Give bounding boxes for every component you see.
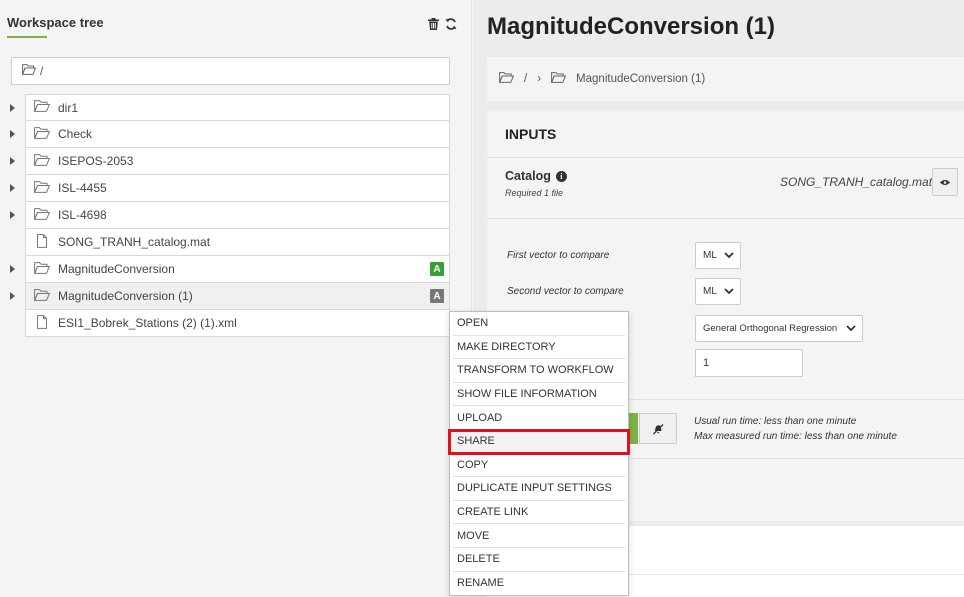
menu-item-transform-to-workflow[interactable]: TRANSFORM TO WORKFLOW bbox=[453, 359, 625, 383]
folder-open-icon bbox=[33, 100, 51, 115]
path-input[interactable]: / bbox=[11, 57, 450, 85]
folder-open-icon[interactable] bbox=[498, 72, 515, 86]
usual-runtime: Usual run time: less than one minute bbox=[694, 416, 857, 427]
file-icon bbox=[34, 314, 50, 332]
folder-open-icon bbox=[33, 180, 51, 196]
second-vector-select[interactable]: ML bbox=[695, 278, 741, 305]
expand-caret-icon[interactable] bbox=[10, 265, 15, 273]
expand-caret-icon[interactable] bbox=[10, 157, 15, 165]
workspace-title: Workspace tree bbox=[7, 15, 104, 30]
folder-open-icon bbox=[33, 126, 51, 142]
title-underline bbox=[7, 36, 47, 38]
tree-item-label: Check bbox=[58, 127, 93, 141]
first-vector-select[interactable]: ML bbox=[695, 242, 741, 269]
tree-item-isl-4455[interactable]: ISL-4455 bbox=[10, 175, 450, 202]
catalog-label-text: Catalog bbox=[505, 169, 551, 183]
preview-button[interactable] bbox=[932, 168, 958, 196]
menu-item-delete[interactable]: DELETE bbox=[453, 548, 625, 572]
context-menu: OPEN MAKE DIRECTORY TRANSFORM TO WORKFLO… bbox=[448, 311, 630, 597]
folder-open-icon bbox=[21, 64, 37, 78]
numeric-input[interactable]: 1 bbox=[695, 349, 803, 377]
tree-item-check[interactable]: Check bbox=[10, 121, 450, 148]
max-runtime: Max measured run time: less than one min… bbox=[694, 431, 897, 442]
folder-open-icon bbox=[33, 153, 51, 169]
tree-item-dir1[interactable]: dir1 bbox=[10, 94, 450, 121]
folder-open-icon bbox=[33, 207, 51, 223]
inputs-heading: INPUTS bbox=[505, 126, 557, 142]
menu-item-duplicate-input-settings[interactable]: DUPLICATE INPUT SETTINGS bbox=[453, 477, 625, 501]
menu-item-rename[interactable]: RENAME bbox=[453, 572, 625, 596]
chevron-down-icon bbox=[724, 288, 734, 295]
menu-item-open[interactable]: OPEN bbox=[453, 312, 625, 336]
tree-item-label: SONG_TRANH_catalog.mat bbox=[58, 235, 211, 249]
tree-item-isepos-2053[interactable]: ISEPOS-2053 bbox=[10, 148, 450, 175]
breadcrumb: / › MagnitudeConversion (1) bbox=[487, 57, 964, 101]
bell-slash-icon bbox=[653, 423, 664, 434]
first-vector-label: First vector to compare bbox=[507, 250, 610, 261]
chevron-down-icon bbox=[846, 325, 856, 332]
divider bbox=[487, 218, 964, 219]
regression-method-select[interactable]: General Orthogonal Regression bbox=[695, 315, 863, 342]
settings-button[interactable] bbox=[639, 413, 677, 444]
tree-item-magnitudeconversion[interactable]: MagnitudeConversion A bbox=[10, 256, 450, 283]
tree-item-label: MagnitudeConversion bbox=[58, 262, 175, 276]
catalog-required: Required 1 file bbox=[505, 188, 564, 198]
breadcrumb-current[interactable]: MagnitudeConversion (1) bbox=[576, 73, 705, 85]
menu-item-copy[interactable]: COPY bbox=[453, 454, 625, 478]
divider bbox=[487, 157, 964, 158]
menu-item-share[interactable]: SHARE bbox=[448, 428, 630, 455]
chevron-down-icon bbox=[724, 252, 734, 259]
tree-item-song-tranh-catalog[interactable]: SONG_TRANH_catalog.mat bbox=[25, 229, 450, 256]
second-vector-label: Second vector to compare bbox=[507, 286, 624, 297]
trash-icon[interactable] bbox=[428, 18, 439, 30]
info-icon[interactable]: i bbox=[555, 170, 567, 182]
expand-caret-icon[interactable] bbox=[10, 211, 15, 219]
menu-item-upload[interactable]: UPLOAD bbox=[453, 406, 625, 430]
expand-caret-icon[interactable] bbox=[10, 104, 15, 112]
workspace-panel: Workspace tree / dir1 Check ISEPOS-2053 bbox=[0, 0, 472, 597]
app-badge: A bbox=[430, 262, 444, 276]
menu-item-make-directory[interactable]: MAKE DIRECTORY bbox=[453, 336, 625, 360]
app-badge: A bbox=[430, 289, 444, 303]
path-text: / bbox=[40, 64, 44, 78]
menu-item-create-link[interactable]: CREATE LINK bbox=[453, 501, 625, 525]
tree-item-isl-4698[interactable]: ISL-4698 bbox=[10, 202, 450, 229]
expand-caret-icon[interactable] bbox=[10, 292, 15, 300]
tree-item-magnitudeconversion-1[interactable]: MagnitudeConversion (1) A bbox=[10, 283, 450, 310]
menu-item-show-file-information[interactable]: SHOW FILE INFORMATION bbox=[453, 383, 625, 407]
folder-open-icon bbox=[550, 72, 567, 86]
file-icon bbox=[34, 233, 50, 251]
tree-item-label: dir1 bbox=[58, 100, 79, 115]
breadcrumb-separator-icon: › bbox=[537, 73, 542, 85]
folder-open-icon bbox=[33, 288, 51, 304]
page-title: MagnitudeConversion (1) bbox=[487, 13, 776, 40]
tree-item-label: MagnitudeConversion (1) bbox=[58, 289, 193, 303]
tree-item-esi1-bobrek-stations[interactable]: ESI1_Bobrek_Stations (2) (1).xml bbox=[25, 310, 450, 337]
tree-item-label: ESI1_Bobrek_Stations (2) (1).xml bbox=[58, 316, 237, 330]
menu-item-move[interactable]: MOVE bbox=[453, 524, 625, 548]
catalog-file: SONG_TRANH_catalog.mat bbox=[780, 175, 933, 189]
workspace-actions bbox=[428, 18, 457, 30]
tree-item-label: ISL-4455 bbox=[58, 181, 107, 195]
breadcrumb-root[interactable]: / bbox=[524, 73, 527, 85]
eye-icon bbox=[940, 179, 950, 185]
catalog-label: Catalog i bbox=[505, 169, 567, 183]
workspace-tree: dir1 Check ISEPOS-2053 ISL-4455 ISL-4698… bbox=[10, 94, 450, 337]
first-vector-value: ML bbox=[703, 250, 717, 261]
folder-open-icon bbox=[33, 261, 51, 277]
expand-caret-icon[interactable] bbox=[10, 130, 15, 138]
expand-caret-icon[interactable] bbox=[10, 184, 15, 192]
refresh-icon[interactable] bbox=[445, 18, 457, 30]
tree-item-label: ISL-4698 bbox=[58, 208, 107, 222]
regression-method-value: General Orthogonal Regression bbox=[703, 323, 838, 334]
second-vector-value: ML bbox=[703, 286, 717, 297]
tree-item-label: ISEPOS-2053 bbox=[58, 154, 134, 168]
